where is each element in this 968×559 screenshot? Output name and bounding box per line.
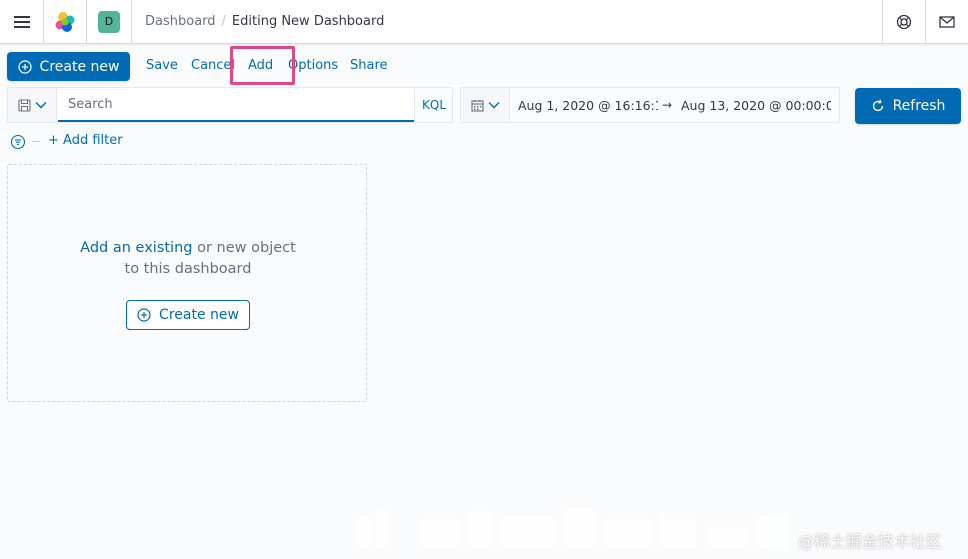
plus-circle-icon (17, 59, 32, 74)
cancel-link[interactable]: Cancel (191, 58, 235, 73)
options-link[interactable]: Options (288, 58, 338, 73)
empty-message: Add an existing or new object to this da… (8, 238, 368, 280)
breadcrumb-dashboard[interactable]: Dashboard (145, 14, 216, 29)
header-divider (131, 0, 132, 43)
date-picker: Aug 1, 2020 @ 16:16:11. → Aug 13, 2020 @… (460, 87, 840, 123)
refresh-label: Refresh (892, 98, 946, 114)
calendar-icon (470, 99, 484, 112)
top-nav-menu: Create new Save Cancel Add Options Share (0, 44, 968, 86)
create-new-label: Create new (39, 58, 120, 75)
empty-dashboard-panel: Add an existing or new object to this da… (7, 164, 367, 402)
create-new-object-button[interactable]: Create new (126, 300, 250, 330)
breadcrumb: Dashboard / Editing New Dashboard (145, 0, 384, 43)
space-avatar: D (98, 10, 120, 33)
create-new-object-label: Create new (159, 307, 239, 323)
help-button[interactable] (882, 0, 925, 43)
start-date[interactable]: Aug 1, 2020 @ 16:16:11. (518, 88, 658, 122)
elastic-logo-icon[interactable] (44, 0, 86, 43)
arrow-right-icon: → (662, 98, 673, 112)
newsfeed-button[interactable] (925, 0, 968, 43)
chevron-down-icon (35, 102, 46, 109)
chevron-down-icon (488, 102, 499, 109)
plus-circle-icon (137, 308, 151, 322)
filter-divider (32, 141, 40, 142)
breadcrumb-separator: / (221, 14, 226, 29)
mail-icon (938, 15, 955, 28)
empty-message-rest: or new object (197, 240, 296, 256)
filter-icon[interactable] (10, 134, 26, 150)
space-selector[interactable]: D (87, 0, 131, 43)
quick-menu-button[interactable] (461, 88, 510, 122)
add-existing-link[interactable]: Add an existing (80, 240, 192, 256)
breadcrumb-current: Editing New Dashboard (231, 14, 385, 29)
kql-toggle[interactable]: KQL (414, 88, 453, 122)
watermark-text: @稀土掘金技术社区 (798, 532, 943, 551)
empty-message-line2: to this dashboard (124, 261, 252, 277)
help-icon (896, 14, 911, 29)
app-header: D Dashboard / Editing New Dashboard (0, 0, 968, 44)
saved-query-button[interactable] (8, 88, 57, 122)
share-link[interactable]: Share (350, 58, 388, 73)
end-date[interactable]: Aug 13, 2020 @ 00:00:0 (681, 88, 831, 122)
menu-button[interactable] (0, 0, 43, 43)
add-filter-link[interactable]: + Add filter (48, 133, 123, 148)
save-link[interactable]: Save (146, 58, 178, 73)
menu-icon (13, 15, 30, 28)
refresh-icon (871, 99, 885, 113)
query-bar: KQL (7, 87, 453, 123)
add-highlight-box (230, 46, 295, 85)
search-input[interactable] (58, 88, 414, 122)
save-icon (17, 98, 31, 112)
refresh-button[interactable]: Refresh (855, 88, 961, 124)
create-new-button[interactable]: Create new (7, 52, 130, 81)
